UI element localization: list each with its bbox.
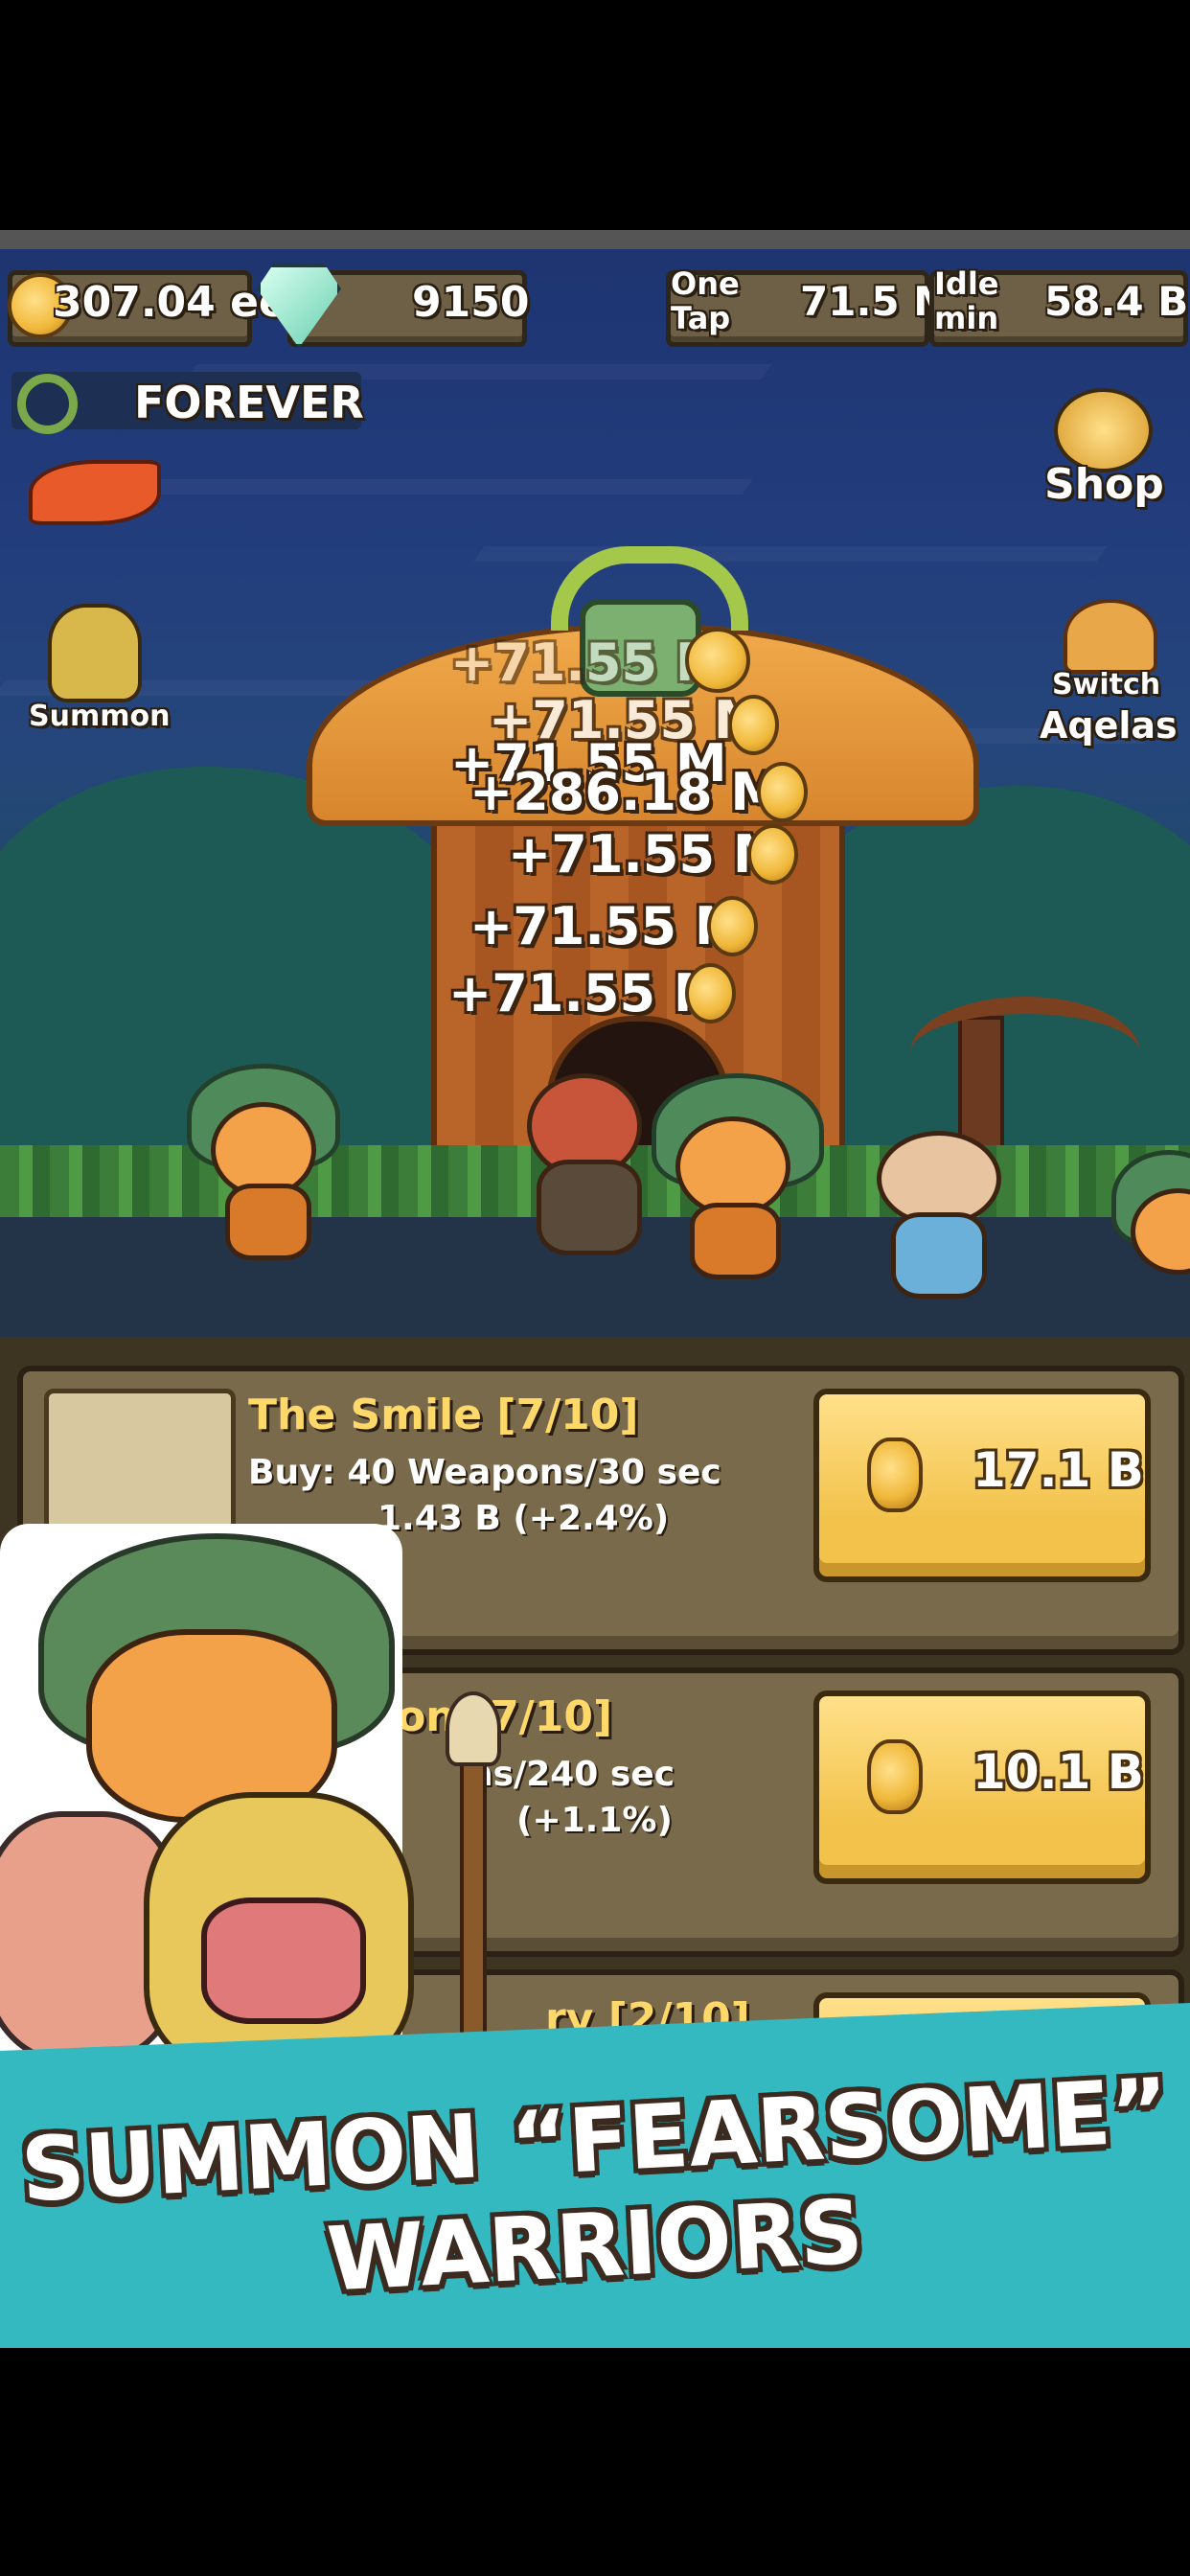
floating-gain-large: +286.18 M — [469, 762, 783, 822]
coin-icon — [757, 762, 808, 822]
gem-amount: 9150 — [412, 278, 530, 327]
coin-icon — [685, 963, 736, 1024]
upgrade-desc: Buy: 40 Weapons/30 sec — [248, 1453, 721, 1492]
idle-value: 58.4 B — [1044, 278, 1189, 325]
shop-button[interactable]: Shop — [1040, 388, 1174, 522]
buff-ring-icon — [17, 374, 78, 434]
promo-tiger-face — [201, 1898, 366, 2024]
fox-pet-icon[interactable] — [29, 460, 161, 525]
one-tap-label: One — [671, 265, 740, 302]
warrior-3[interactable] — [642, 1073, 824, 1279]
warrior-1[interactable] — [187, 1064, 340, 1265]
upgrade-effect: (+1.1%) — [516, 1801, 673, 1840]
warrior-boss[interactable] — [508, 1073, 661, 1265]
coin-icon — [747, 824, 798, 885]
coin-icon — [707, 896, 758, 956]
warrior-4[interactable] — [862, 1131, 1006, 1303]
upgrade-title: The Smile [7/10] — [248, 1391, 639, 1439]
switch-label: Switch — [1052, 668, 1161, 702]
promo-banner: SUMMON “FEARSOME” WARRIORS — [0, 2003, 1190, 2348]
one-tap-label-2: Tap — [671, 300, 731, 336]
floating-gain: +71.55 M — [469, 896, 746, 956]
warrior-5[interactable] — [1111, 1150, 1190, 1322]
buy-upgrade-button[interactable]: 17.1 B — [813, 1389, 1151, 1582]
buy-price: 10.1 B — [973, 1744, 1144, 1800]
switch-button[interactable]: Switch Aqelas — [1035, 599, 1188, 752]
summon-icon — [48, 604, 142, 702]
buff-label: FOREVER — [134, 377, 364, 428]
promo-warriors — [0, 1495, 537, 2135]
coin-icon — [867, 1438, 923, 1512]
coin-icon — [867, 1739, 923, 1814]
floating-gain: +71.55 M — [508, 824, 785, 885]
coin-icon — [685, 628, 750, 693]
shop-label: Shop — [1044, 460, 1164, 509]
coin-icon — [728, 695, 779, 755]
hut-switch-icon — [1064, 599, 1157, 674]
buy-upgrade-button[interactable]: 10.1 B — [813, 1690, 1151, 1884]
summon-button[interactable]: Summon — [29, 604, 170, 738]
floating-gain: +71.55 M — [448, 963, 725, 1024]
switch-target-label: Aqelas — [1040, 704, 1178, 747]
promo-spear-tip — [446, 1691, 501, 1766]
idle-label: Idle — [934, 265, 999, 302]
tree-branches — [910, 997, 1140, 1110]
summon-label: Summon — [29, 700, 171, 733]
status-strip — [0, 230, 1190, 249]
buy-price: 17.1 B — [973, 1442, 1144, 1498]
idle-label-2: min — [934, 300, 999, 336]
gold-amount: 307.04 ee — [53, 278, 287, 327]
